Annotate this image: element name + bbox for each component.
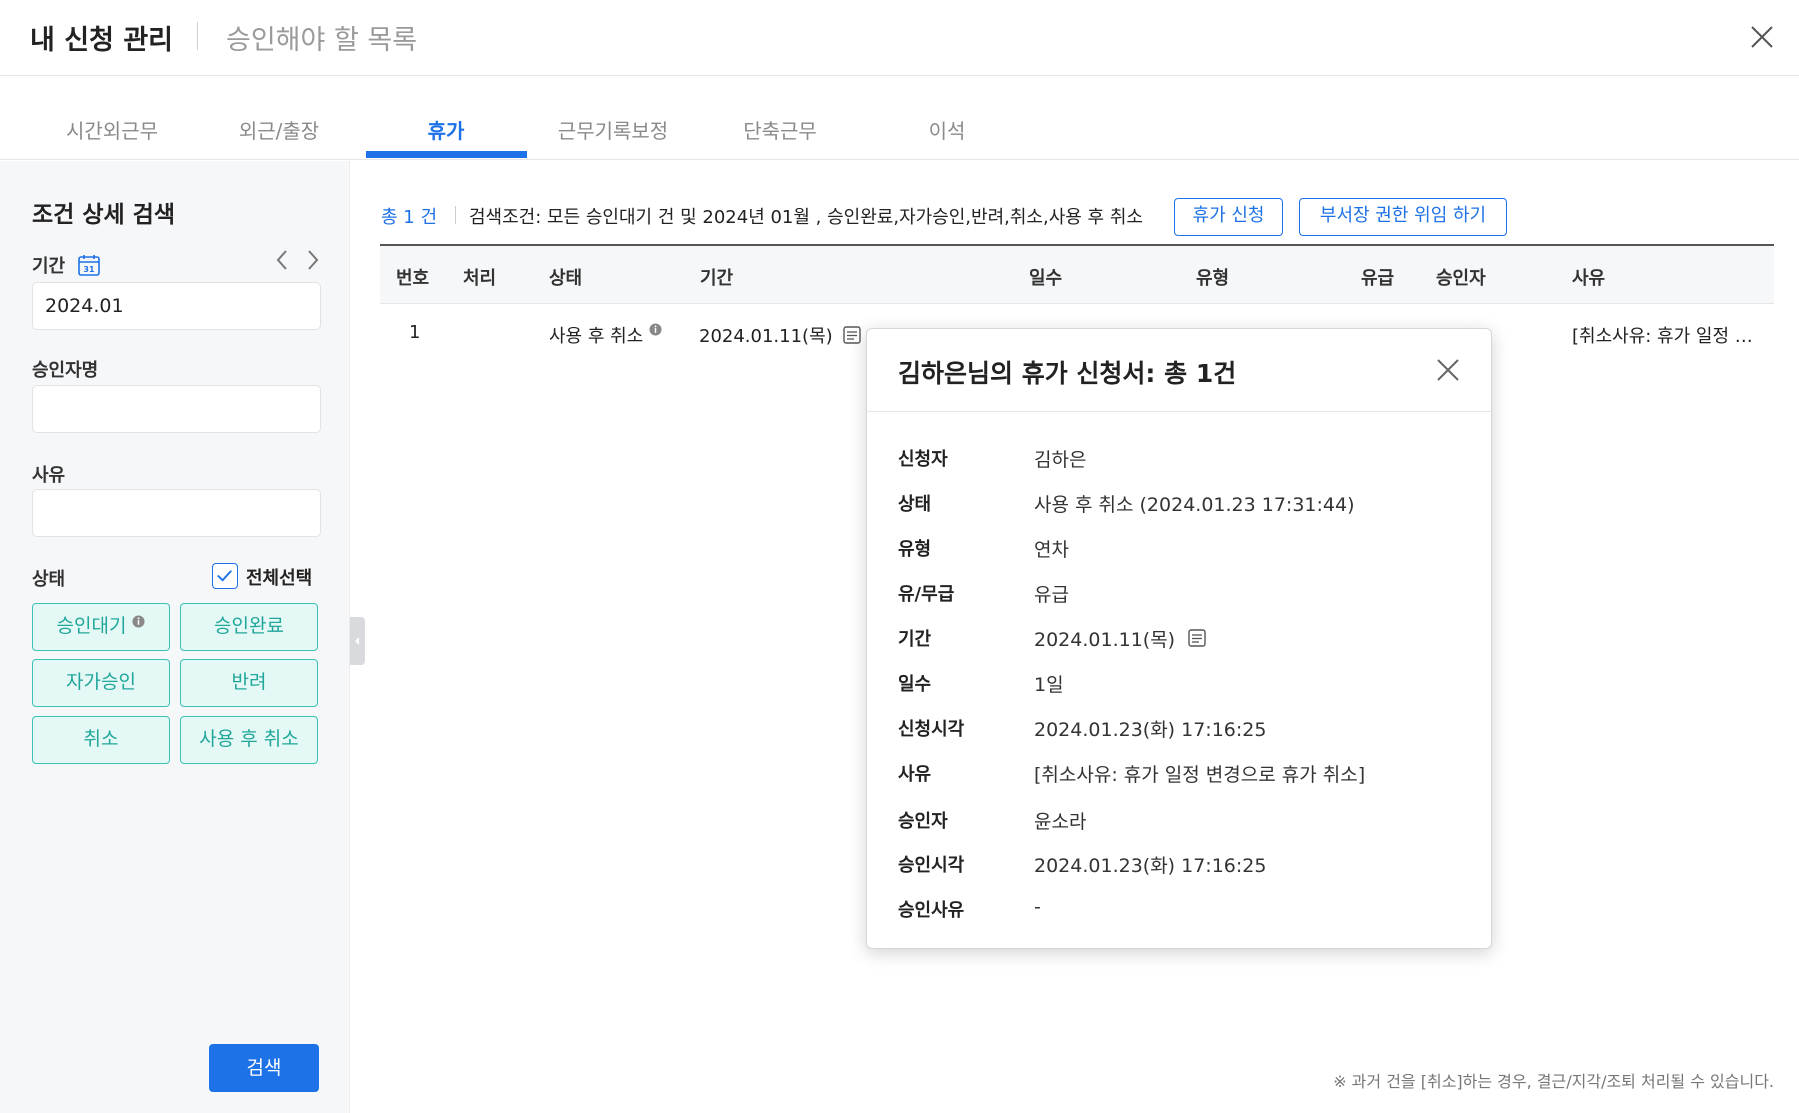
field-approver-label: 승인자 <box>898 811 948 832</box>
col-paid: 유급 <box>1361 268 1395 289</box>
col-approver: 승인자 <box>1436 268 1486 289</box>
search-conditions: 검색조건: 모든 승인대기 건 및 2024년 01월 , 승인완료,자가승인,… <box>469 207 1143 228</box>
active-tab-indicator <box>366 151 527 158</box>
approver-input[interactable] <box>32 385 321 433</box>
period-input[interactable]: 2024.01 <box>32 282 321 330</box>
tab-short-work[interactable]: 단축근무 <box>700 115 860 144</box>
document-icon[interactable] <box>1187 628 1207 653</box>
modal-close-icon[interactable] <box>1435 357 1461 383</box>
prev-month-icon[interactable] <box>275 250 306 277</box>
tab-away[interactable]: 이석 <box>867 115 1027 144</box>
sidebar-title: 조건 상세 검색 <box>32 202 175 228</box>
period-nav <box>275 249 320 277</box>
status-cancelled-button[interactable]: 취소 <box>32 716 170 764</box>
col-process: 처리 <box>463 268 497 289</box>
close-icon[interactable] <box>1747 22 1777 52</box>
total-count: 총 1 건 <box>381 207 438 228</box>
period-label-text: 기간 <box>32 256 66 277</box>
field-requested-at-value: 2024.01.23(화) 17:16:25 <box>1034 719 1267 741</box>
field-paid-value: 유급 <box>1034 584 1069 606</box>
search-sidebar: 조건 상세 검색 기간 31 2024.01 승인자명 사유 상태 전체선택 승… <box>0 161 350 1113</box>
status-cancel-after-use-button[interactable]: 사용 후 취소 <box>180 716 318 764</box>
col-reason: 사유 <box>1572 268 1606 289</box>
row-status-text: 사용 후 취소 <box>549 326 644 347</box>
row-reason: [취소사유: 휴가 일정 … <box>1572 326 1753 347</box>
period-label: 기간 31 <box>32 252 101 282</box>
status-self-approved-button[interactable]: 자가승인 <box>32 659 170 707</box>
footnote: ※ 과거 건을 [취소]하는 경우, 결근/지각/조퇴 처리될 수 있습니다. <box>1333 1072 1774 1091</box>
field-days-value: 1일 <box>1034 674 1064 696</box>
tab-outside-trip[interactable]: 외근/출장 <box>199 115 359 144</box>
field-reason-value: [취소사유: 휴가 일정 변경으로 휴가 취소] <box>1034 764 1366 786</box>
field-applicant-label: 신청자 <box>898 449 948 470</box>
status-pending-button[interactable]: 승인대기 <box>32 603 170 651</box>
field-approved-at-label: 승인시각 <box>898 855 965 876</box>
field-requested-at-label: 신청시각 <box>898 719 965 740</box>
svg-text:31: 31 <box>84 265 96 274</box>
leave-request-button[interactable]: 휴가 신청 <box>1174 198 1283 236</box>
col-no: 번호 <box>396 268 430 289</box>
select-all-label[interactable]: 전체선택 <box>246 564 312 590</box>
field-status-label: 상태 <box>898 494 932 515</box>
search-button[interactable]: 검색 <box>209 1044 319 1092</box>
field-paid-label: 유/무급 <box>898 584 955 605</box>
reason-input[interactable] <box>32 489 321 537</box>
tab-overtime[interactable]: 시간외근무 <box>32 115 192 144</box>
field-approver-value: 윤소라 <box>1034 811 1087 833</box>
field-days-label: 일수 <box>898 674 932 695</box>
field-type-label: 유형 <box>898 539 932 560</box>
approver-label: 승인자명 <box>32 360 99 381</box>
sidebar-collapse-handle[interactable] <box>350 617 365 665</box>
next-month-icon[interactable] <box>306 250 320 277</box>
page-subtitle[interactable]: 승인해야 할 목록 <box>226 18 417 57</box>
status-label: 상태 <box>32 569 66 590</box>
status-rejected-button[interactable]: 반려 <box>180 659 318 707</box>
info-icon[interactable] <box>649 320 662 341</box>
col-period: 기간 <box>700 268 734 289</box>
header-divider <box>197 22 198 50</box>
col-type: 유형 <box>1196 268 1230 289</box>
tab-record-correction[interactable]: 근무기록보정 <box>533 115 693 144</box>
row-period: 2024.01.11(목) <box>699 322 862 350</box>
modal-title: 김하은님의 휴가 신청서: 총 1건 <box>898 359 1237 388</box>
field-approved-at-value: 2024.01.23(화) 17:16:25 <box>1034 855 1267 877</box>
field-approval-reason-label: 승인사유 <box>898 900 965 921</box>
field-applicant-value: 김하은 <box>1034 449 1087 471</box>
field-type-value: 연차 <box>1034 539 1069 561</box>
summary-divider <box>455 206 456 224</box>
tab-leave[interactable]: 휴가 <box>366 115 526 144</box>
field-status-value: 사용 후 취소 (2024.01.23 17:31:44) <box>1034 494 1355 516</box>
col-status: 상태 <box>549 268 583 289</box>
row-period-text: 2024.01.11(목) <box>699 326 833 347</box>
calendar-icon[interactable]: 31 <box>77 253 101 282</box>
leave-detail-modal: 김하은님의 휴가 신청서: 총 1건 신청자 김하은 상태 사용 후 취소 (2… <box>866 328 1492 949</box>
document-icon[interactable] <box>842 325 862 350</box>
row-no: 1 <box>409 322 421 343</box>
info-icon <box>132 600 146 645</box>
select-all-checkbox[interactable] <box>212 563 238 589</box>
row-status: 사용 후 취소 <box>549 322 662 348</box>
table-header: 번호 처리 상태 기간 일수 유형 유급 승인자 사유 <box>380 244 1774 304</box>
modal-divider <box>867 411 1491 412</box>
page-title: 내 신청 관리 <box>30 25 173 56</box>
delegate-authority-button[interactable]: 부서장 권한 위임 하기 <box>1299 198 1507 236</box>
field-reason-label: 사유 <box>898 764 932 785</box>
field-period-value: 2024.01.11(목) <box>1034 625 1207 653</box>
status-pending-label: 승인대기 <box>56 615 127 637</box>
field-period-text: 2024.01.11(목) <box>1034 629 1176 651</box>
field-period-label: 기간 <box>898 629 932 650</box>
col-days: 일수 <box>1029 268 1063 289</box>
header: 내 신청 관리 승인해야 할 목록 <box>0 0 1799 76</box>
field-approval-reason-value: - <box>1034 896 1041 918</box>
status-approved-button[interactable]: 승인완료 <box>180 603 318 651</box>
tab-bar: 시간외근무 외근/출장 휴가 근무기록보정 단축근무 이석 <box>0 77 1799 160</box>
reason-label: 사유 <box>32 465 66 486</box>
